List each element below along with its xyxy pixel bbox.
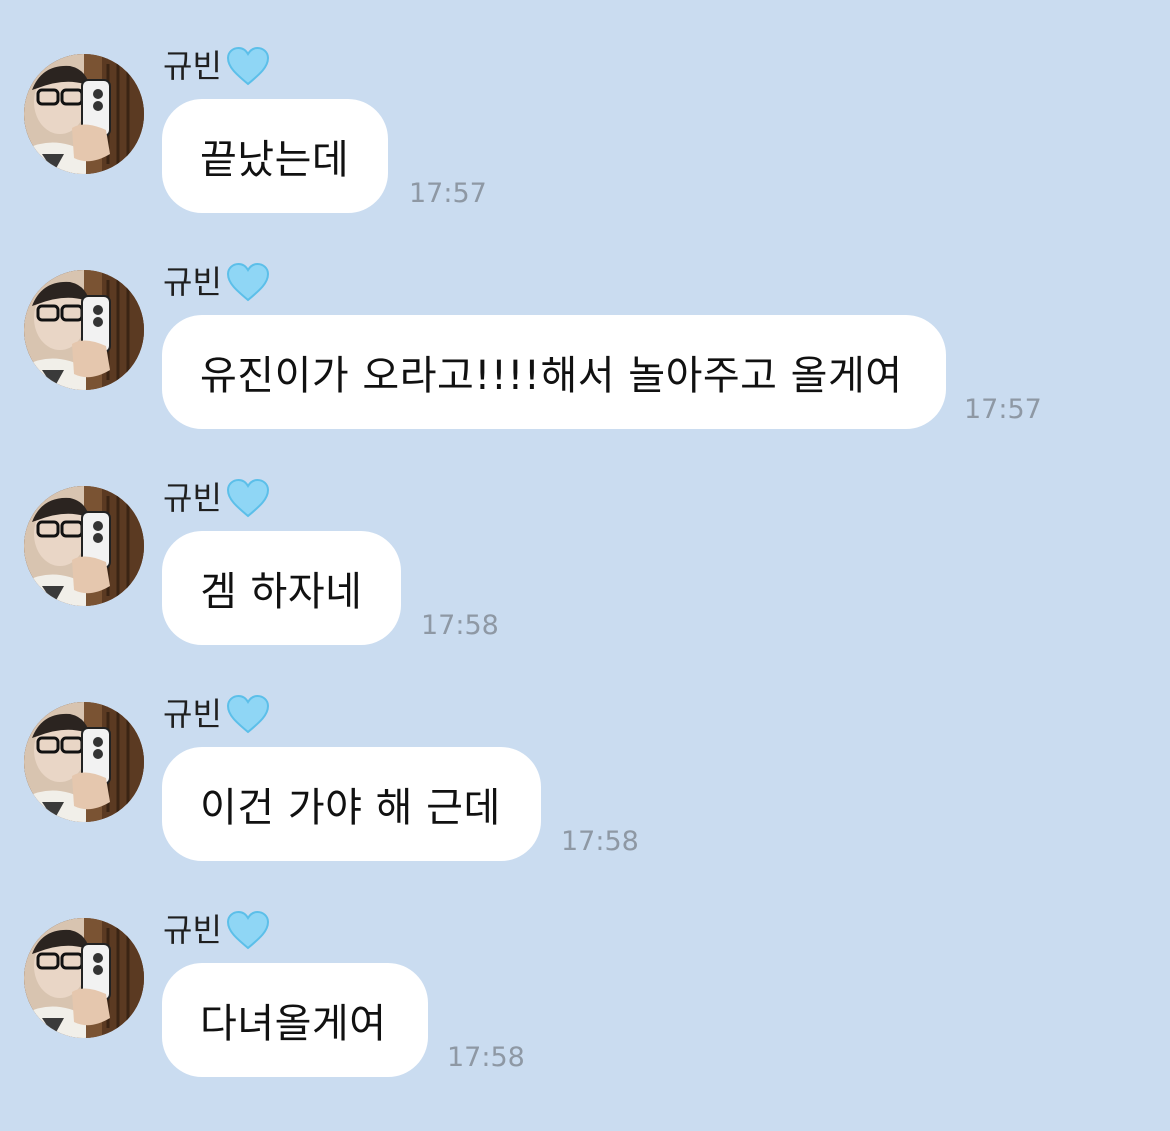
avatar[interactable] [24, 702, 144, 822]
message-bubble[interactable]: 끝났는데 [162, 99, 388, 213]
sender-row: 규빈 [163, 260, 270, 304]
blue-heart-icon [226, 478, 270, 518]
sender-row: 규빈 [163, 44, 270, 88]
avatar[interactable] [24, 918, 144, 1038]
message-bubble[interactable]: 겜 하자네 [162, 531, 401, 645]
chat-message: 규빈 끝났는데 17:57 [0, 40, 1170, 240]
message-text: 겜 하자네 [200, 569, 363, 615]
blue-heart-icon [226, 262, 270, 302]
message-timestamp: 17:58 [447, 1042, 525, 1073]
message-timestamp: 17:57 [409, 178, 487, 209]
blue-heart-icon [226, 910, 270, 950]
chat-log: 규빈 끝났는데 17:57 규빈 유진이가 오라고!!!!해서 놀아주고 올게여… [0, 0, 1170, 1131]
message-text: 이건 가야 해 근데 [200, 785, 501, 831]
avatar[interactable] [24, 486, 144, 606]
chat-message: 규빈 유진이가 오라고!!!!해서 놀아주고 올게여 17:57 [0, 256, 1170, 456]
message-bubble[interactable]: 이건 가야 해 근데 [162, 747, 541, 861]
sender-name: 규빈 [163, 695, 222, 733]
sender-name: 규빈 [163, 479, 222, 517]
sender-row: 규빈 [163, 476, 270, 520]
blue-heart-icon [226, 46, 270, 86]
sender-row: 규빈 [163, 908, 270, 952]
sender-name: 규빈 [163, 911, 222, 949]
message-text: 끝났는데 [200, 137, 350, 183]
message-text: 다녀올게여 [200, 1001, 387, 1047]
avatar[interactable] [24, 54, 144, 174]
chat-message: 규빈 다녀올게여 17:58 [0, 904, 1170, 1104]
avatar[interactable] [24, 270, 144, 390]
chat-message: 규빈 이건 가야 해 근데 17:58 [0, 688, 1170, 888]
sender-row: 규빈 [163, 692, 270, 736]
message-timestamp: 17:58 [421, 610, 499, 641]
message-bubble[interactable]: 유진이가 오라고!!!!해서 놀아주고 올게여 [162, 315, 946, 429]
sender-name: 규빈 [163, 47, 222, 85]
message-timestamp: 17:58 [561, 826, 639, 857]
blue-heart-icon [226, 694, 270, 734]
message-timestamp: 17:57 [964, 394, 1042, 425]
chat-message: 규빈 겜 하자네 17:58 [0, 472, 1170, 672]
sender-name: 규빈 [163, 263, 222, 301]
message-bubble[interactable]: 다녀올게여 [162, 963, 428, 1077]
message-text: 유진이가 오라고!!!!해서 놀아주고 올게여 [200, 353, 903, 399]
